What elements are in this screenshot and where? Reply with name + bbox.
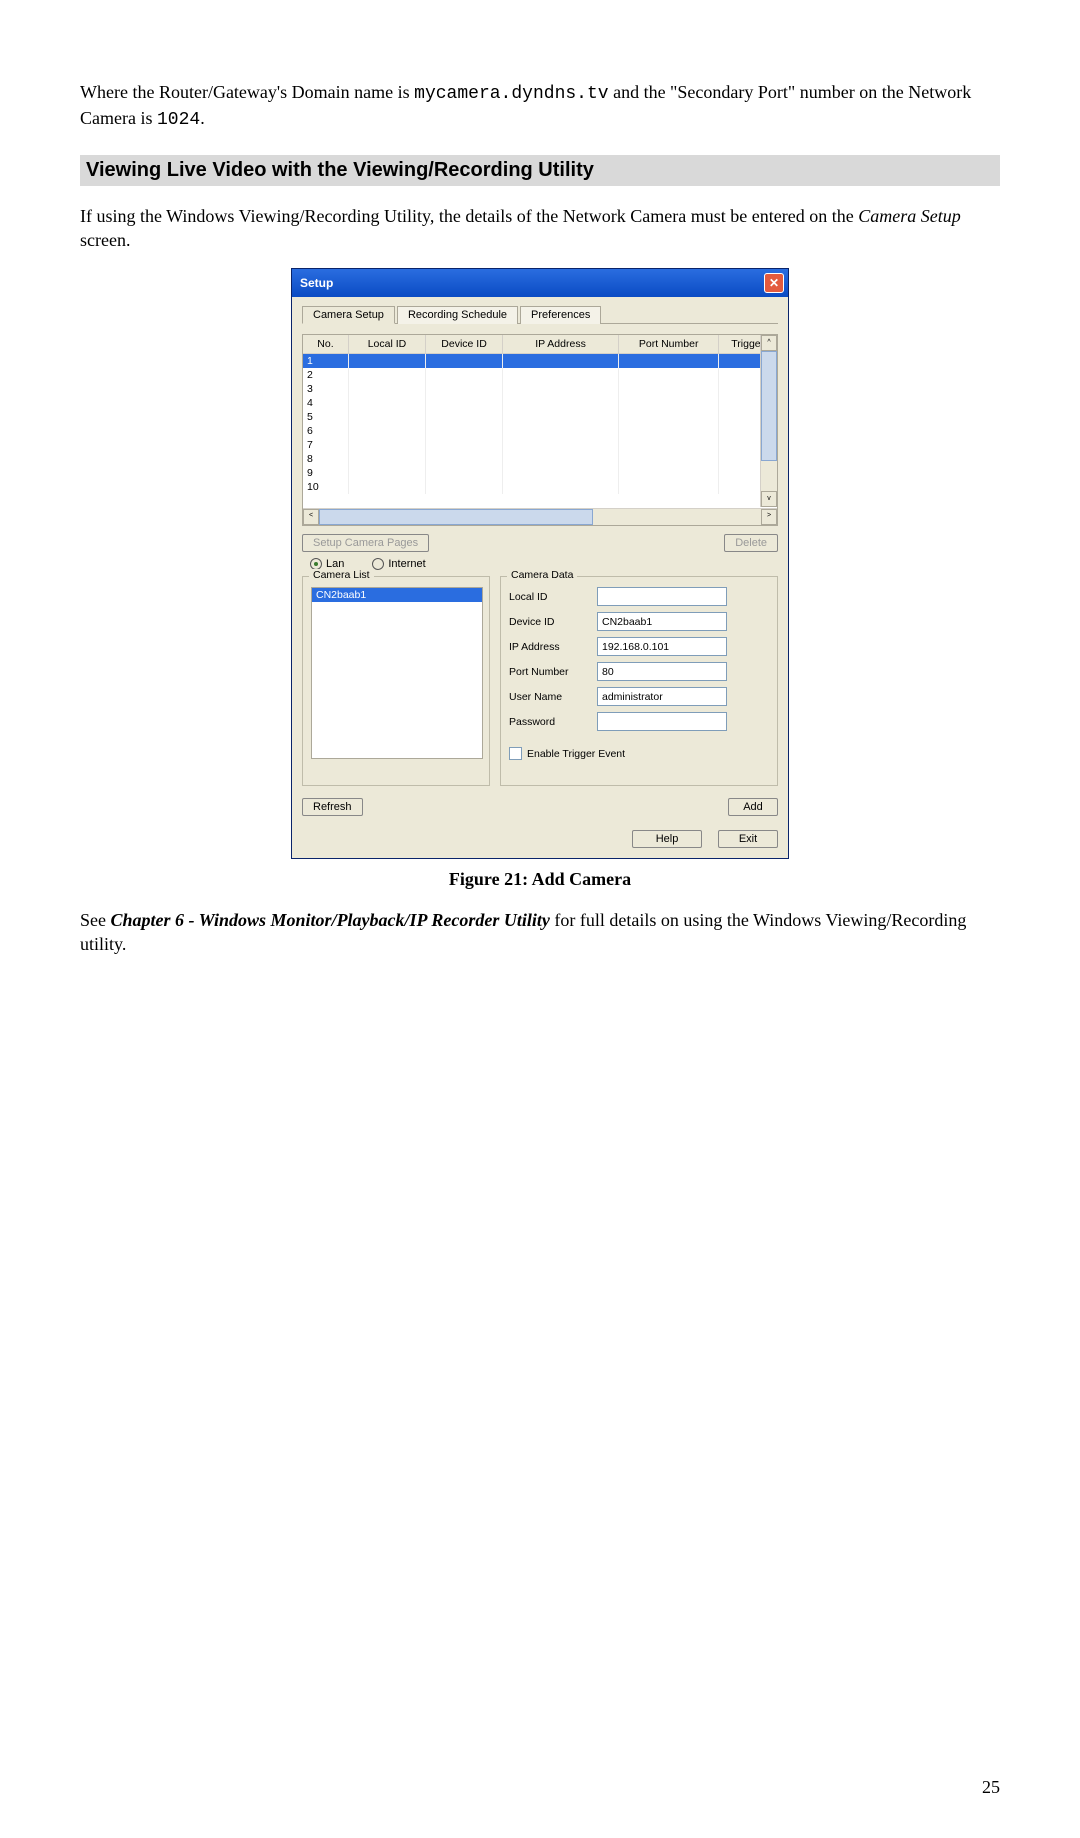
tab-recording-schedule[interactable]: Recording Schedule [397, 306, 518, 324]
scroll-left-icon[interactable]: < [303, 509, 319, 525]
col-no[interactable]: No. [303, 335, 349, 353]
radio-internet-label: Internet [388, 558, 425, 570]
enable-trigger-label: Enable Trigger Event [527, 748, 625, 760]
port-number-field[interactable] [597, 662, 727, 681]
table-header: No. Local ID Device ID IP Address Port N… [303, 335, 777, 354]
closing-text1: See [80, 910, 111, 930]
table-row[interactable]: 7 [303, 438, 777, 452]
intro-paragraph: Where the Router/Gateway's Domain name i… [80, 80, 1000, 133]
user-name-field[interactable] [597, 687, 727, 706]
ip-address-field[interactable] [597, 637, 727, 656]
device-id-label: Device ID [509, 616, 597, 628]
p2-text2: screen. [80, 230, 130, 250]
enable-trigger-row[interactable]: Enable Trigger Event [509, 747, 769, 760]
table-row[interactable]: 4 [303, 396, 777, 410]
tab-camera-setup[interactable]: Camera Setup [302, 306, 395, 324]
intro-text1: Where the Router/Gateway's Domain name i… [80, 82, 414, 102]
setup-dialog: Setup ✕ Camera Setup Recording Schedule … [291, 268, 789, 859]
help-button[interactable]: Help [632, 830, 702, 848]
device-id-field[interactable] [597, 612, 727, 631]
camera-listbox[interactable]: CN2baab1 [311, 587, 483, 759]
table-row[interactable]: 3 [303, 382, 777, 396]
checkbox-icon[interactable] [509, 747, 522, 760]
intro-text3: . [200, 108, 205, 128]
p2-text1: If using the Windows Viewing/Recording U… [80, 206, 858, 226]
table-row[interactable]: 1 [303, 354, 777, 368]
figure-caption: Figure 21: Add Camera [80, 869, 1000, 890]
camera-list-title: Camera List [309, 569, 374, 581]
tab-preferences[interactable]: Preferences [520, 306, 601, 324]
table-row[interactable]: 2 [303, 368, 777, 382]
list-item[interactable]: CN2baab1 [312, 588, 482, 602]
closing-paragraph: See Chapter 6 - Windows Monitor/Playback… [80, 908, 1000, 957]
scroll-up-icon[interactable]: ^ [761, 335, 777, 351]
horizontal-scrollbar[interactable]: < > [303, 508, 777, 525]
window-title: Setup [300, 276, 333, 290]
tab-strip: Camera Setup Recording Schedule Preferen… [302, 305, 778, 324]
closing-bold: Chapter 6 - Windows Monitor/Playback/IP … [111, 910, 550, 930]
local-id-field[interactable] [597, 587, 727, 606]
password-field[interactable] [597, 712, 727, 731]
port-number-label: Port Number [509, 666, 597, 678]
refresh-button[interactable]: Refresh [302, 798, 363, 816]
intro-domain: mycamera.dyndns.tv [414, 84, 608, 104]
table-row[interactable]: 5 [303, 410, 777, 424]
camera-data-group: Camera Data Local ID Device ID IP Addres… [500, 576, 778, 786]
camera-data-title: Camera Data [507, 569, 577, 581]
ip-address-label: IP Address [509, 641, 597, 653]
table-row[interactable]: 6 [303, 424, 777, 438]
exit-button[interactable]: Exit [718, 830, 778, 848]
section-heading: Viewing Live Video with the Viewing/Reco… [80, 155, 1000, 186]
col-ip-address[interactable]: IP Address [503, 335, 619, 353]
hscroll-thumb[interactable] [319, 509, 593, 525]
vscroll-thumb[interactable] [761, 351, 777, 461]
radio-internet[interactable]: Internet [372, 558, 425, 570]
p2-italic: Camera Setup [858, 206, 961, 226]
camera-table: No. Local ID Device ID IP Address Port N… [302, 334, 778, 526]
scroll-down-icon[interactable]: v [761, 491, 777, 507]
delete-button[interactable]: Delete [724, 534, 778, 552]
col-device-id[interactable]: Device ID [426, 335, 503, 353]
titlebar: Setup ✕ [292, 269, 788, 297]
add-button[interactable]: Add [728, 798, 778, 816]
dialog-body: Camera Setup Recording Schedule Preferen… [292, 297, 788, 858]
camera-list-group: Camera List CN2baab1 [302, 576, 490, 786]
close-icon[interactable]: ✕ [764, 273, 784, 293]
page-number: 25 [80, 1777, 1000, 1798]
table-row[interactable]: 9 [303, 466, 777, 480]
scroll-right-icon[interactable]: > [761, 509, 777, 525]
vertical-scrollbar[interactable]: ^ v [760, 335, 777, 507]
intro-port: 1024 [157, 110, 200, 130]
local-id-label: Local ID [509, 591, 597, 603]
password-label: Password [509, 716, 597, 728]
radio-unchecked-icon [372, 558, 384, 570]
paragraph-2: If using the Windows Viewing/Recording U… [80, 204, 1000, 253]
col-port-number[interactable]: Port Number [619, 335, 719, 353]
table-row[interactable]: 10 [303, 480, 777, 494]
table-body: 1 2 3 4 5 6 7 8 9 10 [303, 354, 777, 500]
col-local-id[interactable]: Local ID [349, 335, 426, 353]
screenshot-wrapper: Setup ✕ Camera Setup Recording Schedule … [80, 268, 1000, 859]
user-name-label: User Name [509, 691, 597, 703]
setup-camera-pages-button[interactable]: Setup Camera Pages [302, 534, 429, 552]
table-row[interactable]: 8 [303, 452, 777, 466]
